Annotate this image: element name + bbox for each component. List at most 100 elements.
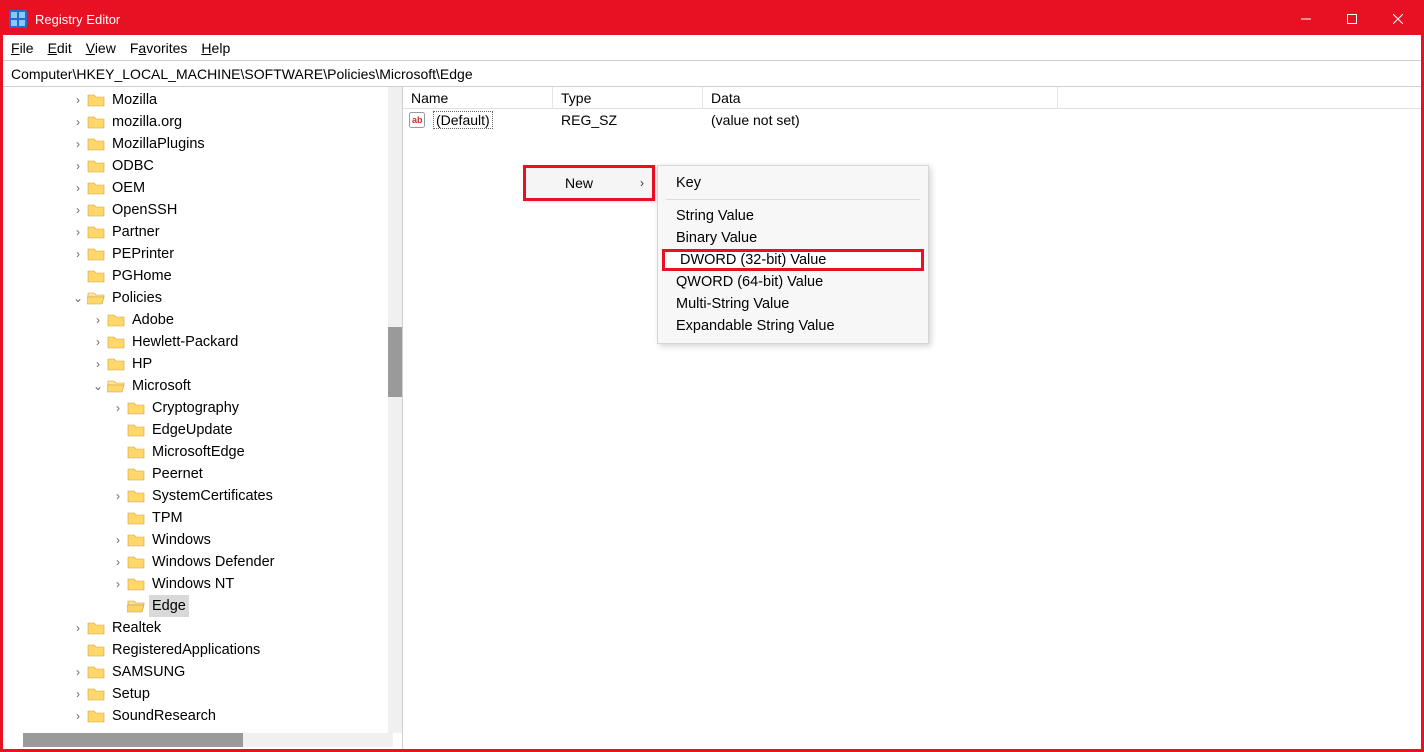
tree-node[interactable]: ›ODBC xyxy=(71,155,402,177)
folder-icon xyxy=(107,312,125,328)
folder-icon xyxy=(87,136,105,152)
value-type: REG_SZ xyxy=(553,112,703,128)
menubar: File Edit View Favorites Help xyxy=(3,35,1421,61)
folder-icon xyxy=(127,466,145,482)
folder-icon xyxy=(87,202,105,218)
maximize-button[interactable] xyxy=(1329,3,1375,35)
menu-item-string[interactable]: String Value xyxy=(658,205,928,227)
folder-icon xyxy=(127,444,145,460)
folder-icon xyxy=(107,334,125,350)
tree-node-edge[interactable]: ›Edge xyxy=(111,595,402,617)
menu-item-expandable[interactable]: Expandable String Value xyxy=(658,315,928,337)
menu-separator xyxy=(666,199,920,200)
folder-icon xyxy=(87,642,105,658)
menu-edit[interactable]: Edit xyxy=(48,40,72,56)
chevron-down-icon[interactable]: ⌄ xyxy=(71,287,85,309)
column-headers: Name Type Data xyxy=(403,87,1421,109)
menu-favorites[interactable]: Favorites xyxy=(130,40,188,56)
folder-icon xyxy=(87,686,105,702)
folder-icon xyxy=(127,510,145,526)
tree-node[interactable]: ›Windows NT xyxy=(111,573,402,595)
folder-icon xyxy=(127,422,145,438)
column-type[interactable]: Type xyxy=(553,87,703,109)
menu-file[interactable]: File xyxy=(11,40,34,56)
context-menu-new[interactable]: New › xyxy=(523,165,655,201)
tree-node[interactable]: ›EdgeUpdate xyxy=(111,419,402,441)
tree-node[interactable]: ›Setup xyxy=(71,683,402,705)
tree-node[interactable]: ›SoundResearch xyxy=(71,705,402,727)
tree-node[interactable]: ›PGHome xyxy=(71,265,402,287)
vertical-scrollbar[interactable] xyxy=(388,87,402,733)
tree-node[interactable]: ›Adobe xyxy=(91,309,402,331)
folder-icon xyxy=(87,92,105,108)
minimize-button[interactable] xyxy=(1283,3,1329,35)
folder-icon xyxy=(107,356,125,372)
tree-node[interactable]: ›mozilla.org xyxy=(71,111,402,133)
folder-icon xyxy=(127,554,145,570)
folder-icon xyxy=(87,158,105,174)
tree-node-microsoft[interactable]: ⌄Microsoft xyxy=(91,375,402,397)
folder-open-icon xyxy=(107,378,125,394)
registry-tree[interactable]: ›Mozilla ›mozilla.org ›MozillaPlugins ›O… xyxy=(3,87,402,727)
tree-node[interactable]: ›MicrosoftEdge xyxy=(111,441,402,463)
folder-icon xyxy=(87,268,105,284)
scrollbar-thumb[interactable] xyxy=(388,327,402,397)
chevron-right-icon: › xyxy=(632,176,652,190)
folder-icon xyxy=(87,114,105,130)
string-value-icon xyxy=(403,112,425,128)
context-menu-new-label: New xyxy=(526,175,632,191)
values-pane[interactable]: Name Type Data (Default) REG_SZ (value n… xyxy=(403,87,1421,749)
folder-icon xyxy=(87,180,105,196)
tree-node[interactable]: ›Cryptography xyxy=(111,397,402,419)
folder-icon xyxy=(87,224,105,240)
column-data[interactable]: Data xyxy=(703,87,1058,109)
address-bar[interactable]: Computer\HKEY_LOCAL_MACHINE\SOFTWARE\Pol… xyxy=(3,61,1421,87)
tree-pane[interactable]: ›Mozilla ›mozilla.org ›MozillaPlugins ›O… xyxy=(3,87,403,749)
folder-icon xyxy=(87,246,105,262)
tree-node[interactable]: ›Mozilla xyxy=(71,89,402,111)
scrollbar-thumb[interactable] xyxy=(23,733,243,747)
close-button[interactable] xyxy=(1375,3,1421,35)
tree-node-policies[interactable]: ⌄Policies xyxy=(71,287,402,309)
column-name[interactable]: Name xyxy=(403,87,553,109)
content: ›Mozilla ›mozilla.org ›MozillaPlugins ›O… xyxy=(3,87,1421,749)
folder-icon xyxy=(127,576,145,592)
tree-node[interactable]: ›HP xyxy=(91,353,402,375)
tree-node[interactable]: ›Windows xyxy=(111,529,402,551)
tree-node[interactable]: ›TPM xyxy=(111,507,402,529)
chevron-down-icon[interactable]: ⌄ xyxy=(91,375,105,397)
menu-item-multistring[interactable]: Multi-String Value xyxy=(658,293,928,315)
tree-node[interactable]: ›Hewlett-Packard xyxy=(91,331,402,353)
tree-node[interactable]: ›SAMSUNG xyxy=(71,661,402,683)
titlebar[interactable]: Registry Editor xyxy=(3,3,1421,35)
tree-node[interactable]: ›OEM xyxy=(71,177,402,199)
value-data: (value not set) xyxy=(703,112,808,128)
horizontal-scrollbar[interactable] xyxy=(23,733,393,747)
folder-icon xyxy=(127,400,145,416)
window: Registry Editor File Edit View Favorites… xyxy=(0,0,1424,752)
new-submenu: Key String Value Binary Value DWORD (32-… xyxy=(657,165,929,344)
tree-node[interactable]: ›MozillaPlugins xyxy=(71,133,402,155)
folder-open-icon xyxy=(87,290,105,306)
tree-node[interactable]: ›Peernet xyxy=(111,463,402,485)
menu-item-key[interactable]: Key xyxy=(658,172,928,194)
tree-node[interactable]: ›Partner xyxy=(71,221,402,243)
folder-icon xyxy=(127,488,145,504)
tree-node[interactable]: ›Windows Defender xyxy=(111,551,402,573)
menu-item-binary[interactable]: Binary Value xyxy=(658,227,928,249)
tree-node[interactable]: ›Realtek xyxy=(71,617,402,639)
window-title: Registry Editor xyxy=(35,12,120,27)
menu-help[interactable]: Help xyxy=(201,40,230,56)
menu-item-dword[interactable]: DWORD (32-bit) Value xyxy=(662,249,924,271)
menu-item-qword[interactable]: QWORD (64-bit) Value xyxy=(658,271,928,293)
folder-icon xyxy=(87,664,105,680)
value-name: (Default) xyxy=(433,111,493,129)
folder-icon xyxy=(127,532,145,548)
folder-icon xyxy=(87,708,105,724)
menu-view[interactable]: View xyxy=(86,40,116,56)
tree-node[interactable]: ›OpenSSH xyxy=(71,199,402,221)
tree-node[interactable]: ›RegisteredApplications xyxy=(71,639,402,661)
tree-node[interactable]: ›SystemCertificates xyxy=(111,485,402,507)
value-row[interactable]: (Default) REG_SZ (value not set) xyxy=(403,109,1421,131)
tree-node[interactable]: ›PEPrinter xyxy=(71,243,402,265)
